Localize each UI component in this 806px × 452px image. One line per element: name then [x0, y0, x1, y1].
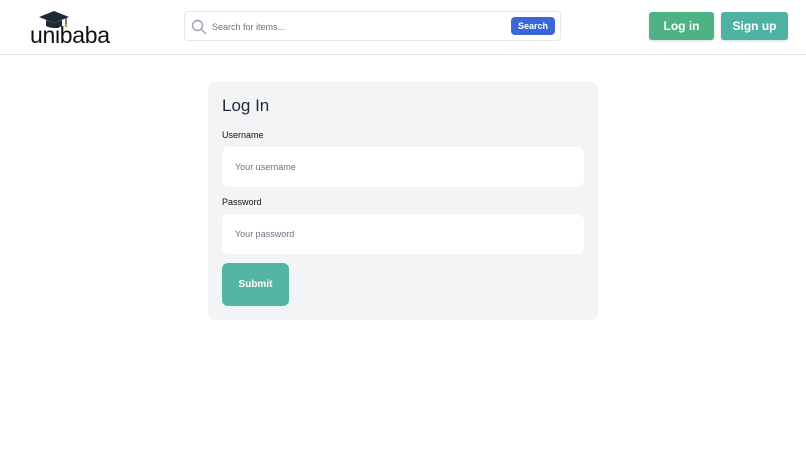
search-icon — [191, 19, 207, 35]
password-field[interactable] — [222, 214, 584, 254]
password-label: Password — [222, 197, 262, 207]
login-button[interactable]: Log in — [649, 12, 714, 40]
submit-button[interactable]: Submit — [222, 263, 289, 306]
search-button[interactable]: Search — [511, 17, 555, 35]
page-title: Log In — [222, 96, 270, 115]
search-input[interactable] — [212, 17, 502, 37]
username-label: Username — [222, 130, 264, 140]
username-field[interactable] — [222, 147, 584, 187]
login-card: Log In Username Password Submit — [208, 82, 598, 320]
site-logo[interactable]: unibaba — [30, 10, 110, 48]
signup-button[interactable]: Sign up — [721, 12, 788, 40]
search-bar: Search — [184, 11, 561, 41]
top-navbar: unibaba Search Log in Sign up — [0, 0, 806, 55]
logo-text: unibaba — [30, 22, 110, 48]
